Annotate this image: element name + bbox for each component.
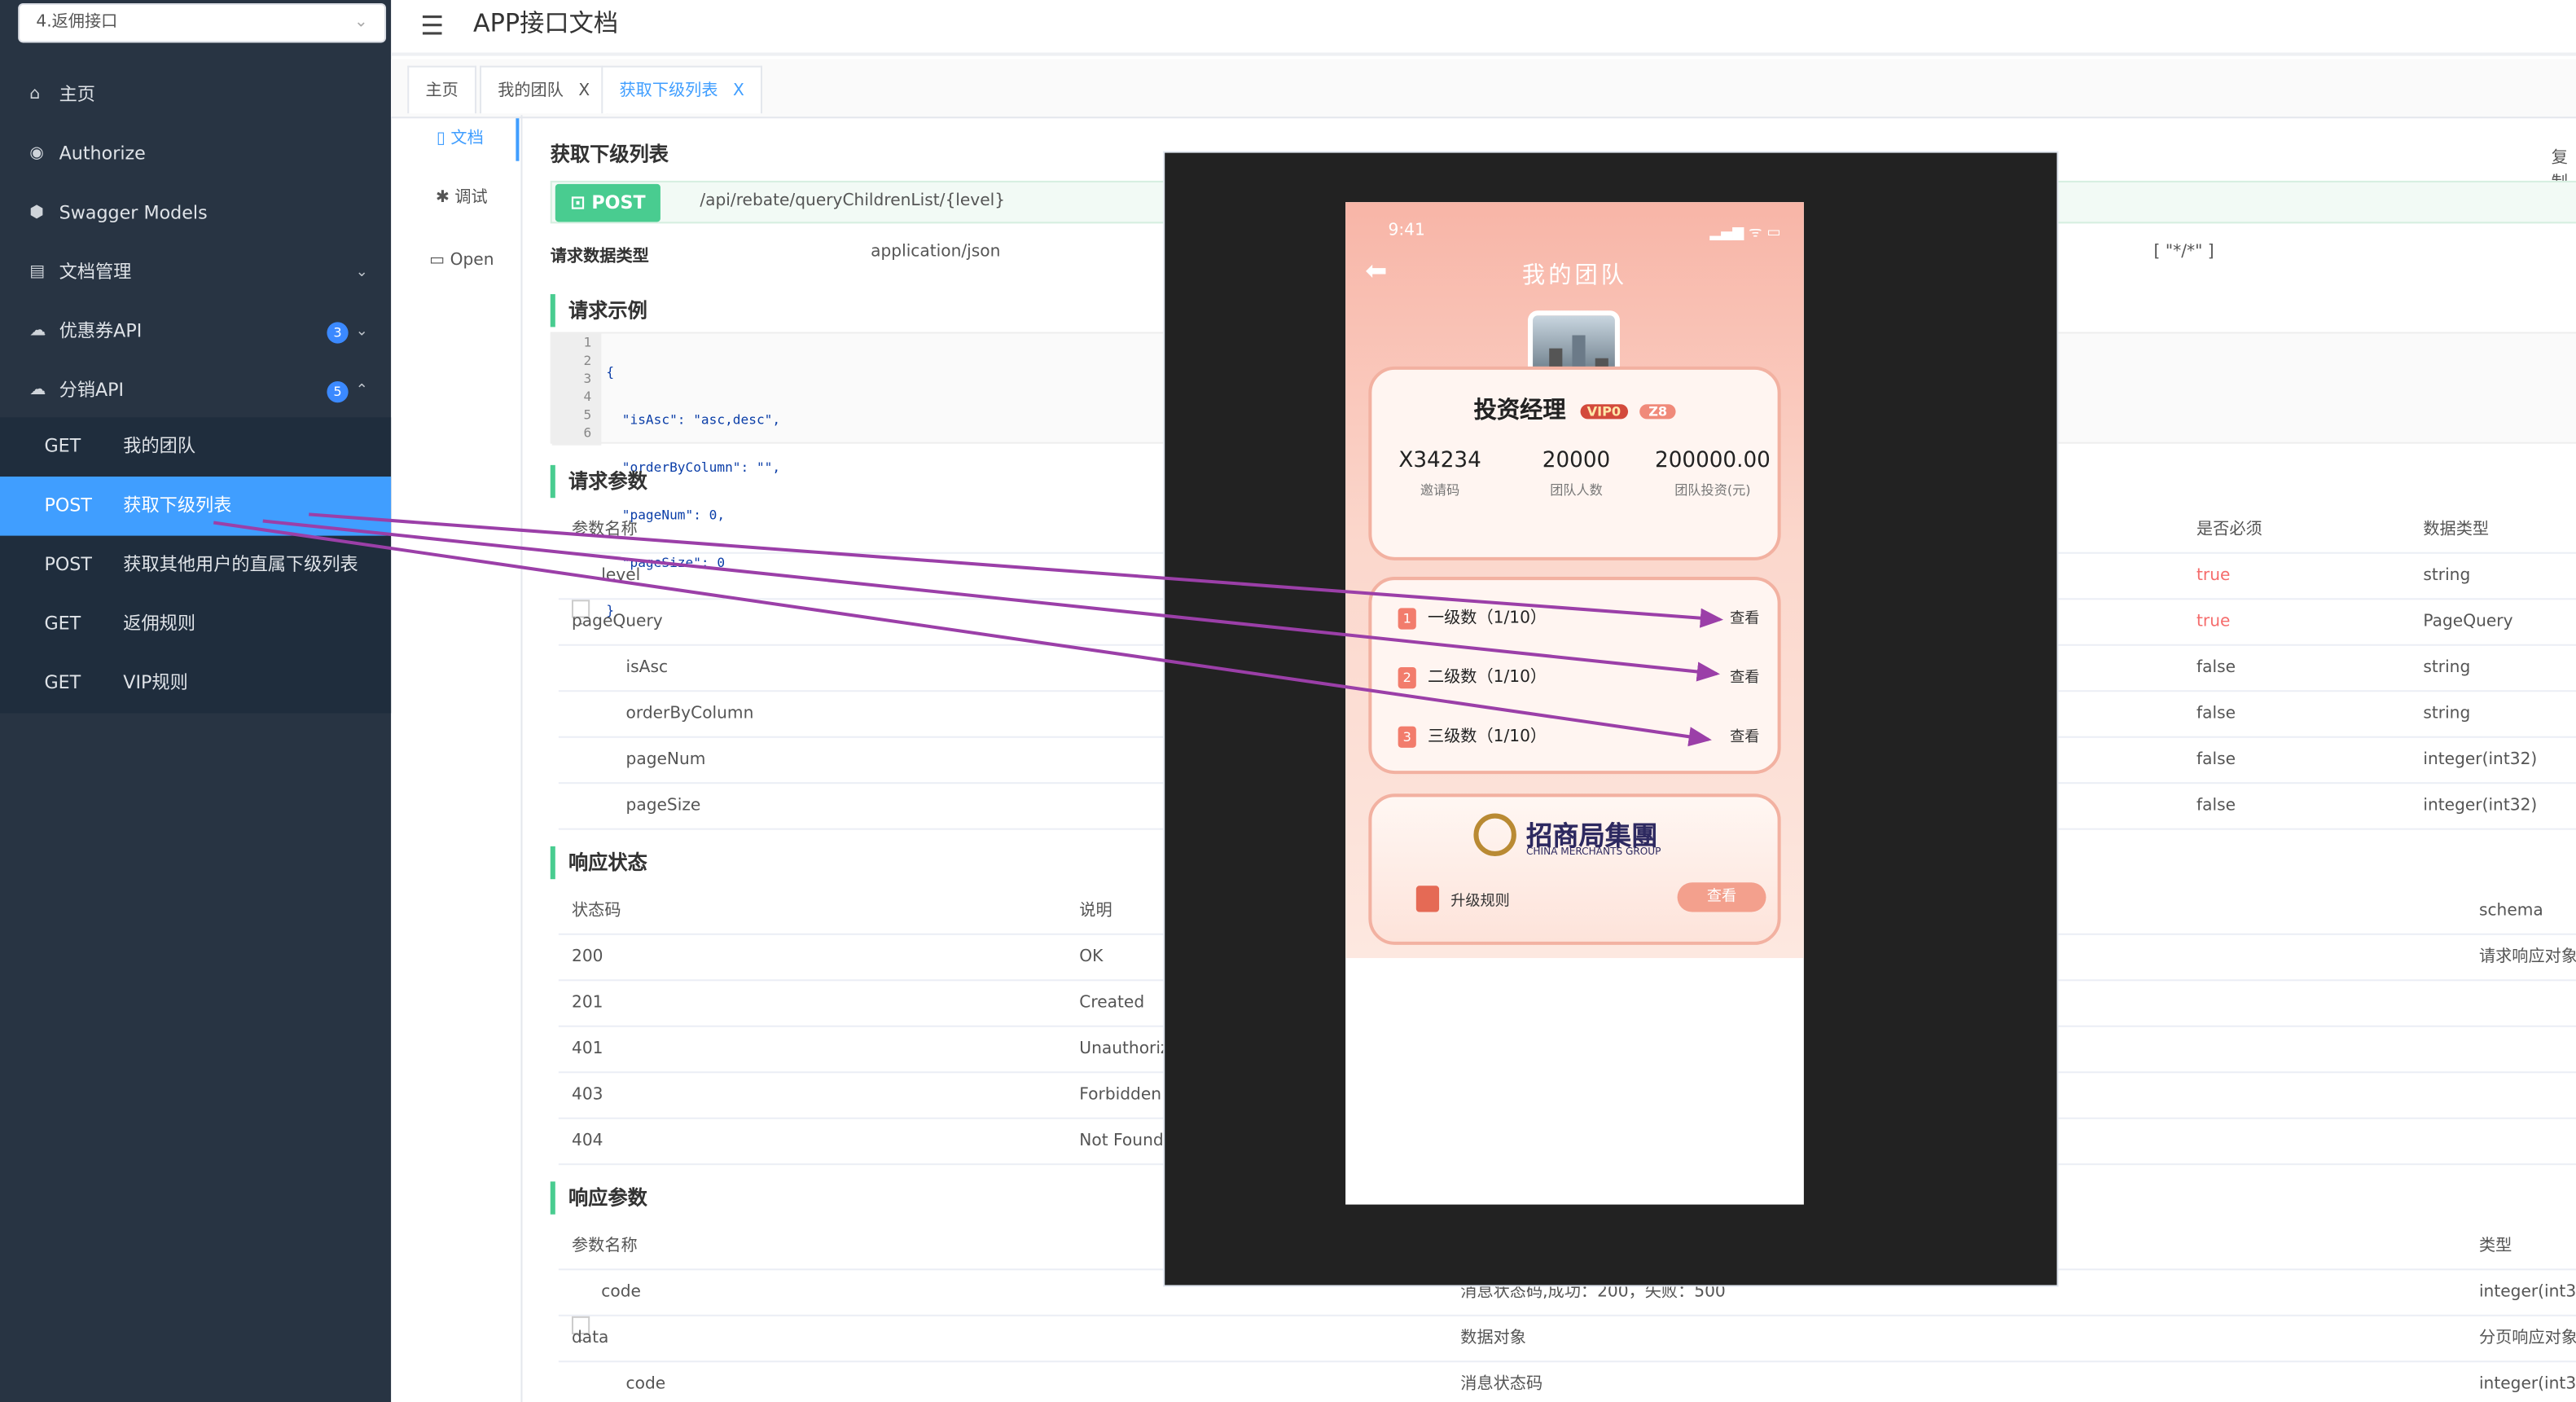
- annotation-arrows: [213, 512, 1724, 747]
- arrow-line: [262, 519, 1720, 682]
- app-window: 4.返佣接口 ⌄ ⌂ 主页 ◉ Authorize ⬢ Swagger Mode…: [0, 0, 2576, 1402]
- arrow-line: [213, 521, 1712, 747]
